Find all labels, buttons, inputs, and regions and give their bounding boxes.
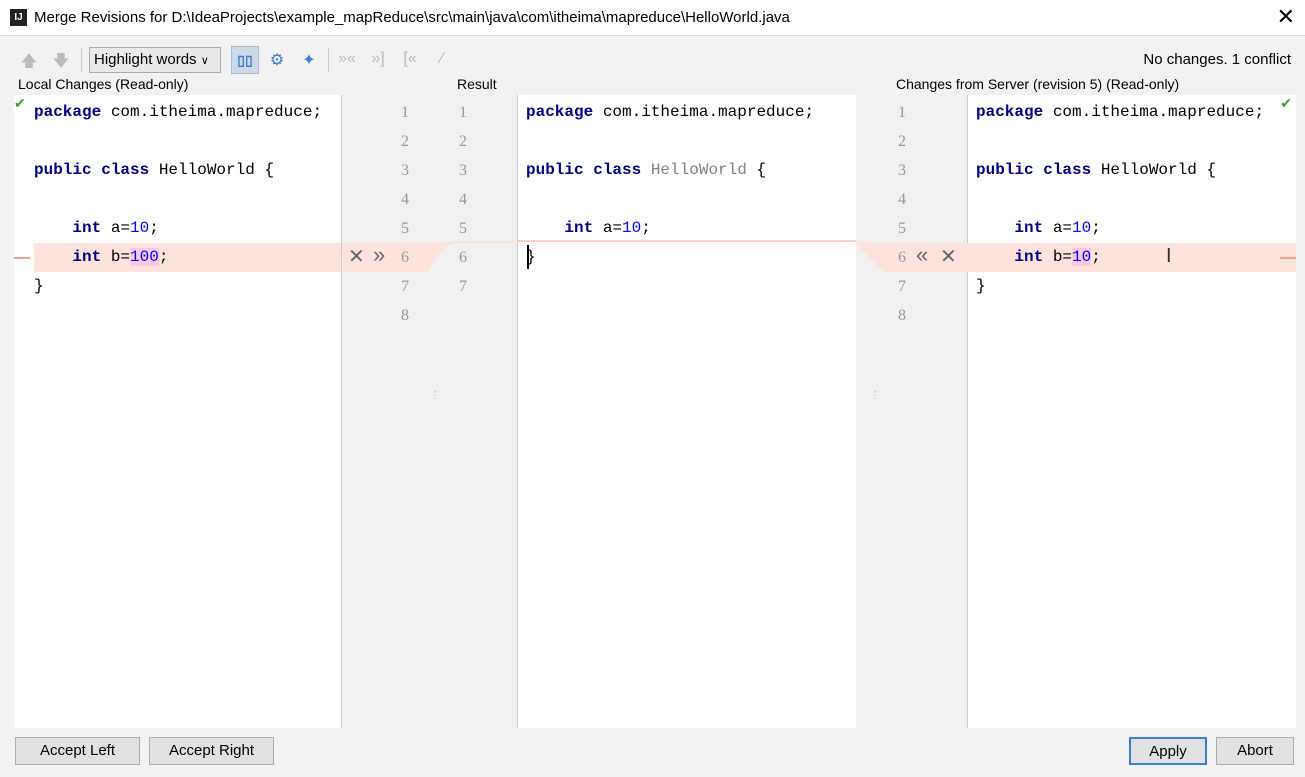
line-number: 5 — [401, 220, 409, 237]
highlight-mode-dropdown[interactable]: Highlight words ∨ — [89, 47, 221, 73]
conflict-line-marker — [518, 240, 856, 242]
code-line: package com.itheima.mapreduce; — [526, 103, 815, 121]
code-line: public class HelloWorld { — [526, 161, 767, 179]
code-line: package com.itheima.mapreduce; — [976, 103, 1265, 121]
left-panel-label: Local Changes (Read-only) — [18, 76, 189, 92]
left-editor[interactable]: ✔ package com.itheima.mapreduce; public … — [14, 95, 341, 728]
text-cursor-icon: I — [1166, 245, 1172, 267]
line-number: 5 — [459, 220, 467, 237]
line-number: 7 — [459, 278, 467, 295]
ignore-right-icon[interactable]: ✕ — [940, 244, 957, 269]
text-cursor — [527, 245, 529, 269]
code-line: package com.itheima.mapreduce; — [34, 103, 323, 121]
code-line: int a=10; — [564, 219, 651, 237]
window-title: Merge Revisions for D:\IdeaProjects\exam… — [34, 9, 790, 26]
accept-left-button[interactable]: Accept Left — [15, 737, 140, 765]
line-number: 6 — [401, 249, 409, 266]
accept-left-change-icon[interactable]: » — [373, 242, 385, 268]
conflict-marker — [14, 257, 30, 259]
apply-right-icon[interactable]: [« — [399, 50, 421, 70]
gear-icon[interactable]: ⚙ — [266, 50, 288, 70]
close-icon[interactable]: ✕ — [1277, 4, 1295, 30]
apply-non-conflicting-icon[interactable]: ✦ — [298, 50, 320, 70]
line-number: 2 — [459, 133, 467, 150]
line-number: 1 — [459, 104, 467, 121]
merge-status: No changes. 1 conflict — [1143, 51, 1291, 68]
splitter-handle[interactable]: ⋮ — [430, 390, 440, 401]
code-line: public class HelloWorld { — [976, 161, 1217, 179]
highlight-mode-value: Highlight words — [94, 51, 197, 68]
line-number: 1 — [898, 104, 906, 121]
left-gutter — [341, 95, 518, 728]
result-editor[interactable]: package com.itheima.mapreduce; public cl… — [518, 95, 856, 728]
sync-scroll-toggle-icon[interactable]: ▯▯ — [231, 46, 259, 74]
line-number: 3 — [459, 162, 467, 179]
intellij-icon: IJ — [10, 9, 27, 26]
line-number: 7 — [401, 278, 409, 295]
line-number: 3 — [898, 162, 906, 179]
apply-button[interactable]: Apply — [1129, 737, 1207, 765]
abort-button[interactable]: Abort — [1216, 737, 1294, 765]
line-number: 4 — [401, 191, 409, 208]
next-difference-icon[interactable]: 🡇 — [50, 50, 72, 70]
apply-left-icon[interactable]: »] — [367, 50, 389, 70]
magic-resolve-icon[interactable]: ⁄ — [431, 50, 453, 70]
title-bar: IJ Merge Revisions for D:\IdeaProjects\e… — [0, 0, 1305, 36]
line-number: 4 — [459, 191, 467, 208]
conflict-line: int b=100; — [34, 243, 341, 272]
line-number: 6 — [459, 249, 467, 266]
line-number: 8 — [898, 307, 906, 324]
code-line: int a=10; — [72, 219, 159, 237]
line-number: 4 — [898, 191, 906, 208]
splitter-handle[interactable]: ⋮ — [870, 390, 880, 401]
code-line: } — [976, 277, 986, 295]
code-line: public class HelloWorld { — [34, 161, 275, 179]
result-panel-label: Result — [457, 76, 497, 92]
code-line: } — [34, 277, 44, 295]
divider — [81, 48, 82, 72]
accept-right-button[interactable]: Accept Right — [149, 737, 274, 765]
line-number: 2 — [401, 133, 409, 150]
right-editor[interactable]: ✔ package com.itheima.mapreduce; public … — [968, 95, 1296, 728]
line-number: 8 — [401, 307, 409, 324]
divider — [328, 48, 329, 72]
line-number: 5 — [898, 220, 906, 237]
chevron-down-icon: ∨ — [200, 55, 209, 67]
line-number: 6 — [898, 249, 906, 266]
previous-difference-icon[interactable]: 🡅 — [18, 50, 40, 70]
conflict-line: int b=10; — [968, 243, 1296, 272]
right-panel-label: Changes from Server (revision 5) (Read-o… — [896, 76, 1180, 92]
conflict-marker — [1280, 257, 1296, 259]
ignore-left-icon[interactable]: ✕ — [348, 244, 365, 269]
line-number: 3 — [401, 162, 409, 179]
code-line: int a=10; — [1014, 219, 1101, 237]
apply-all-icon[interactable]: »« — [336, 50, 358, 70]
line-number: 2 — [898, 133, 906, 150]
line-number: 7 — [898, 278, 906, 295]
line-number: 1 — [401, 104, 409, 121]
code-line: } — [526, 248, 536, 266]
accept-right-change-icon[interactable]: « — [916, 242, 928, 268]
